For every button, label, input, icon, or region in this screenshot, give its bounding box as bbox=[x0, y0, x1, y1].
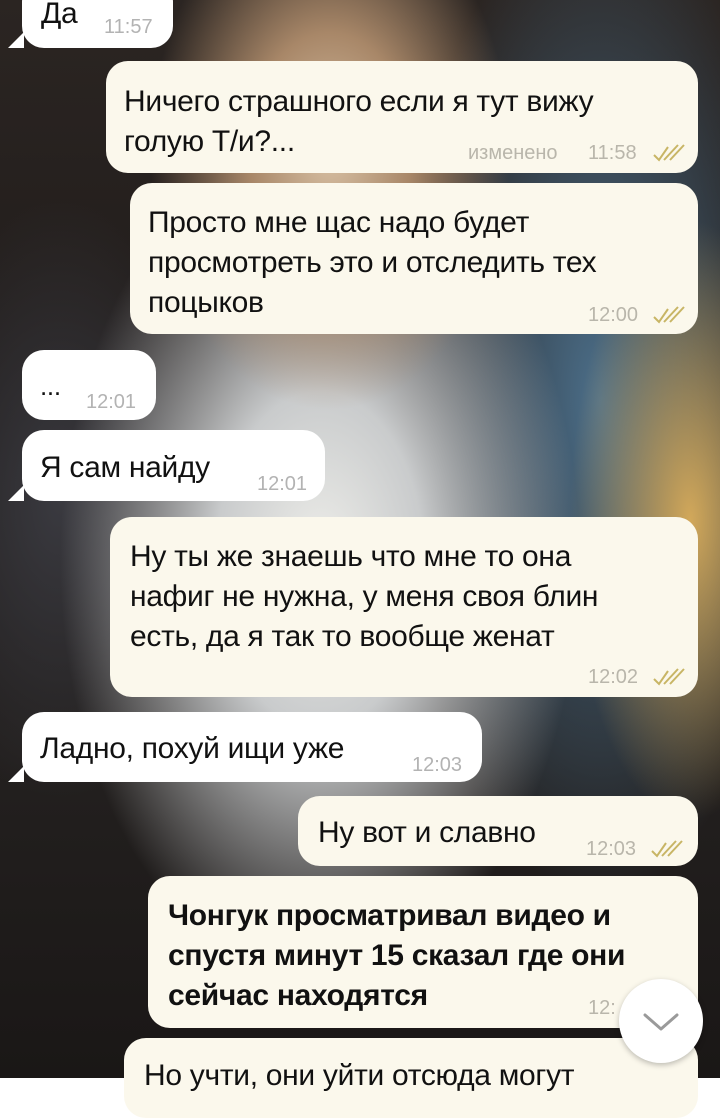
message-time: 11:58 bbox=[588, 142, 637, 164]
message-outgoing[interactable]: Но учти, они уйти отсюда могут bbox=[124, 1038, 698, 1118]
edited-label: изменено bbox=[468, 142, 558, 164]
bubble-tail bbox=[8, 485, 24, 501]
message-time: 12:03 bbox=[412, 754, 463, 776]
message-text: поцыков bbox=[148, 286, 264, 319]
message-text: Ничего страшного если я тут вижу bbox=[124, 85, 594, 118]
message-time: 12:02 bbox=[588, 666, 639, 688]
message-outgoing[interactable]: Ничего страшного если я тут вижу голую Т… bbox=[106, 61, 698, 173]
message-incoming[interactable]: Да 11:57 bbox=[22, 0, 173, 48]
message-time: 12:01 bbox=[257, 473, 308, 495]
double-check-icon bbox=[653, 144, 685, 162]
double-check-icon bbox=[653, 306, 685, 324]
message-incoming[interactable]: Ладно, похуй ищи уже 12:03 bbox=[22, 712, 482, 782]
message-text: Чонгук просматривал видео и bbox=[168, 899, 611, 932]
message-outgoing[interactable]: Чонгук просматривал видео и спустя минут… bbox=[148, 876, 698, 1028]
message-text: спустя минут 15 сказал где они bbox=[168, 939, 626, 972]
message-outgoing[interactable]: Просто мне щас надо будет просмотреть эт… bbox=[130, 183, 698, 334]
message-text: Я сам найду bbox=[40, 451, 210, 484]
chevron-down-icon bbox=[643, 1013, 679, 1031]
message-text: нафиг не нужна, у меня своя блин bbox=[130, 580, 599, 613]
bubble-tail bbox=[8, 766, 24, 782]
message-text: просмотреть это и отследить тех bbox=[148, 246, 597, 279]
message-text: Да bbox=[41, 0, 78, 30]
message-incoming[interactable]: Я сам найду 12:01 bbox=[22, 430, 325, 501]
double-check-icon bbox=[653, 668, 685, 686]
message-time: 12:01 bbox=[86, 391, 137, 413]
message-time: 12:03 bbox=[586, 838, 637, 860]
message-outgoing[interactable]: Ну ты же знаешь что мне то она нафиг не … bbox=[110, 517, 698, 697]
message-time: 11:57 bbox=[104, 16, 153, 38]
message-time: 12: bbox=[588, 997, 616, 1019]
message-text: сейчас находятся bbox=[168, 979, 428, 1012]
message-time: 12:00 bbox=[588, 304, 639, 326]
message-incoming[interactable]: ... 12:01 bbox=[22, 350, 156, 420]
bubble-tail bbox=[8, 32, 24, 48]
double-check-icon bbox=[651, 840, 683, 858]
message-text: ... bbox=[40, 371, 61, 401]
scroll-to-bottom-button[interactable] bbox=[619, 979, 703, 1063]
message-text: есть, да я так то вообще женат bbox=[130, 620, 555, 653]
message-text: Но учти, они уйти отсюда могут bbox=[144, 1059, 575, 1092]
message-text: Ладно, похуй ищи уже bbox=[40, 732, 345, 765]
message-outgoing[interactable]: Ну вот и славно 12:03 bbox=[298, 796, 698, 866]
message-text: Ну ты же знаешь что мне то она bbox=[130, 540, 572, 573]
message-text: Ну вот и славно bbox=[318, 816, 536, 849]
message-text: голую Т/и?... bbox=[124, 125, 295, 158]
message-text: Просто мне щас надо будет bbox=[148, 206, 530, 239]
